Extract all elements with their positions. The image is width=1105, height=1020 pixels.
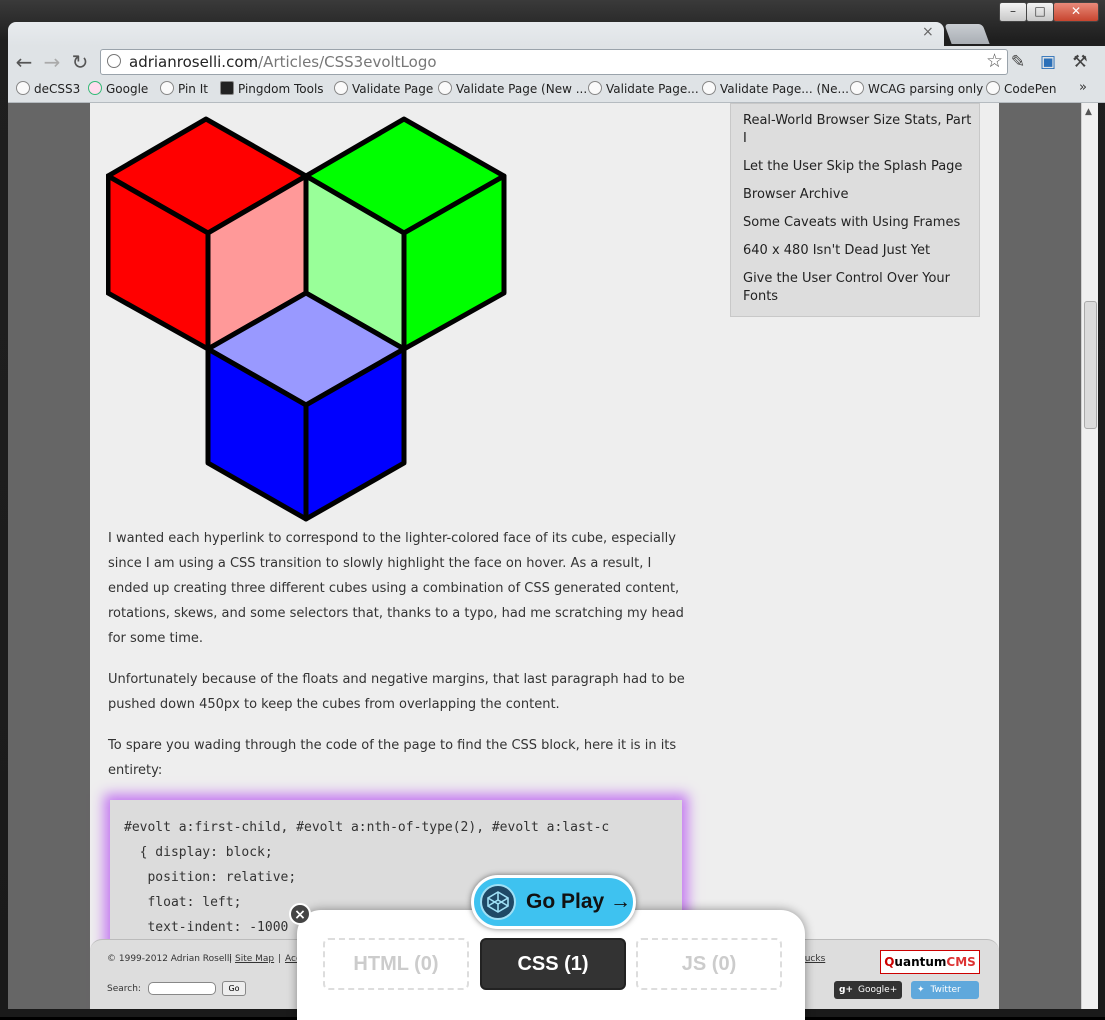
globe-icon bbox=[160, 81, 174, 95]
page-viewport: Real-World Browser Size Stats, Part I Le… bbox=[8, 103, 1081, 1009]
google-icon bbox=[88, 81, 102, 95]
code-line: text-indent: -1000 bbox=[124, 920, 289, 935]
globe-icon bbox=[16, 81, 30, 95]
globe-icon bbox=[702, 81, 716, 95]
related-article-link[interactable]: Browser Archive bbox=[743, 186, 973, 204]
globe-icon bbox=[850, 81, 864, 95]
bookmark-item[interactable]: deCSS3 bbox=[16, 81, 80, 96]
code-line: { display: block; bbox=[124, 845, 273, 860]
tab-strip: × – □ ✕ bbox=[0, 0, 1105, 46]
globe-icon bbox=[588, 81, 602, 95]
codepen-tab-js[interactable]: JS (0) bbox=[636, 938, 782, 990]
related-article-link[interactable]: 640 x 480 Isn't Dead Just Yet bbox=[743, 242, 973, 260]
scrollbar-thumb[interactable] bbox=[1084, 301, 1097, 429]
wrench-icon[interactable]: ⚒ bbox=[1069, 51, 1091, 73]
browser-toolbar: ← → ↻ adrianroselli.com/Articles/CSS3evo… bbox=[8, 46, 1105, 78]
pingdom-icon bbox=[220, 81, 234, 95]
article-paragraph: I wanted each hyperlink to correspond to… bbox=[108, 531, 684, 646]
google-plus-button[interactable]: g+ Google+ bbox=[834, 981, 902, 999]
footer-separator: | bbox=[278, 954, 282, 964]
google-plus-icon: g+ bbox=[839, 985, 853, 995]
codepen-tab-css[interactable]: CSS (1) bbox=[480, 938, 626, 990]
related-article-link[interactable]: Give the User Control Over Your Fonts bbox=[743, 270, 973, 306]
bookmark-item[interactable]: Pingdom Tools bbox=[220, 81, 324, 96]
eyedropper-icon[interactable]: ✎ bbox=[1007, 51, 1029, 73]
minimize-button[interactable]: – bbox=[999, 2, 1027, 22]
sitemap-link[interactable]: Site Map bbox=[235, 954, 274, 964]
search-label: Search: bbox=[107, 984, 141, 994]
related-article-link[interactable]: Some Caveats with Using Frames bbox=[743, 214, 973, 232]
bookmark-item[interactable]: WCAG parsing only bbox=[850, 81, 983, 96]
related-article-link[interactable]: Real-World Browser Size Stats, Part I bbox=[743, 112, 973, 148]
bookmark-star-icon[interactable]: ☆ bbox=[986, 50, 1003, 72]
window-resizer-icon[interactable]: ▣ bbox=[1037, 51, 1059, 73]
codepen-tab-html[interactable]: HTML (0) bbox=[323, 938, 469, 990]
scroll-up-arrow-icon[interactable]: ▲ bbox=[1085, 107, 1092, 117]
go-play-button[interactable]: Go Play → bbox=[471, 875, 636, 929]
bookmark-item[interactable]: Validate Page... bbox=[588, 81, 699, 96]
related-article-link[interactable]: Let the User Skip the Splash Page bbox=[743, 158, 973, 176]
vertical-scrollbar[interactable]: ▲ bbox=[1081, 103, 1098, 1009]
maximize-button[interactable]: □ bbox=[1026, 2, 1054, 22]
back-arrow-icon[interactable]: ← bbox=[12, 50, 36, 74]
url-text[interactable]: adrianroselli.com/Articles/CSS3evoltLogo bbox=[129, 53, 437, 71]
go-play-label: Go Play → bbox=[526, 890, 632, 913]
copyright-text: © 1999-2012 Adrian Roselli bbox=[107, 954, 232, 964]
reload-icon[interactable]: ↻ bbox=[68, 50, 92, 74]
forward-arrow-icon[interactable]: → bbox=[40, 50, 64, 74]
tab-close-icon[interactable]: × bbox=[922, 24, 934, 40]
codepen-close-icon[interactable]: × bbox=[289, 903, 311, 925]
new-tab-button[interactable] bbox=[944, 24, 990, 44]
active-tab[interactable] bbox=[8, 22, 944, 46]
footer-separator: | bbox=[229, 954, 233, 964]
browser-window: × – □ ✕ ← → ↻ adrianroselli.com/Articles… bbox=[0, 0, 1105, 1020]
window-close-button[interactable]: ✕ bbox=[1053, 2, 1099, 22]
code-line: float: left; bbox=[124, 895, 242, 910]
search-go-button[interactable]: Go bbox=[222, 981, 246, 996]
bookmark-item[interactable]: CodePen bbox=[986, 81, 1057, 96]
article-paragraph: Unfortunately because of the floats and … bbox=[108, 672, 685, 712]
bookmark-item[interactable]: Google bbox=[88, 81, 148, 96]
twitter-button[interactable]: ✦ Twitter bbox=[911, 981, 979, 999]
address-bar[interactable]: adrianroselli.com/Articles/CSS3evoltLogo… bbox=[100, 49, 1008, 75]
twitter-bird-icon: ✦ bbox=[917, 985, 925, 995]
globe-icon bbox=[107, 54, 121, 68]
globe-icon bbox=[334, 81, 348, 95]
code-line: #evolt a:first-child, #evolt a:nth-of-ty… bbox=[124, 820, 610, 835]
evolt-cube-logo bbox=[106, 116, 507, 522]
code-line: position: relative; bbox=[124, 870, 297, 885]
article-page: Real-World Browser Size Stats, Part I Le… bbox=[90, 103, 999, 1009]
bookmark-item[interactable]: Pin It bbox=[160, 81, 208, 96]
bookmark-item[interactable]: Validate Page... (Ne... bbox=[702, 81, 849, 96]
quantumcms-logo[interactable]: QuantumCMS bbox=[880, 950, 980, 974]
bookmark-item[interactable]: Validate Page bbox=[334, 81, 433, 96]
globe-icon bbox=[986, 81, 1000, 95]
bookmark-item[interactable]: Validate Page (New ... bbox=[438, 81, 587, 96]
bookmarks-overflow-icon[interactable]: » bbox=[1079, 80, 1087, 95]
bookmarks-bar: deCSS3 Google Pin It Pingdom Tools Valid… bbox=[8, 78, 1105, 103]
related-articles-sidebar: Real-World Browser Size Stats, Part I Le… bbox=[730, 103, 980, 317]
url-path: /Articles/CSS3evoltLogo bbox=[258, 53, 437, 71]
codepen-logo-icon bbox=[480, 884, 516, 920]
globe-icon bbox=[438, 81, 452, 95]
article-paragraph: To spare you wading through the code of … bbox=[108, 738, 677, 778]
footer-search-input[interactable] bbox=[148, 982, 216, 995]
